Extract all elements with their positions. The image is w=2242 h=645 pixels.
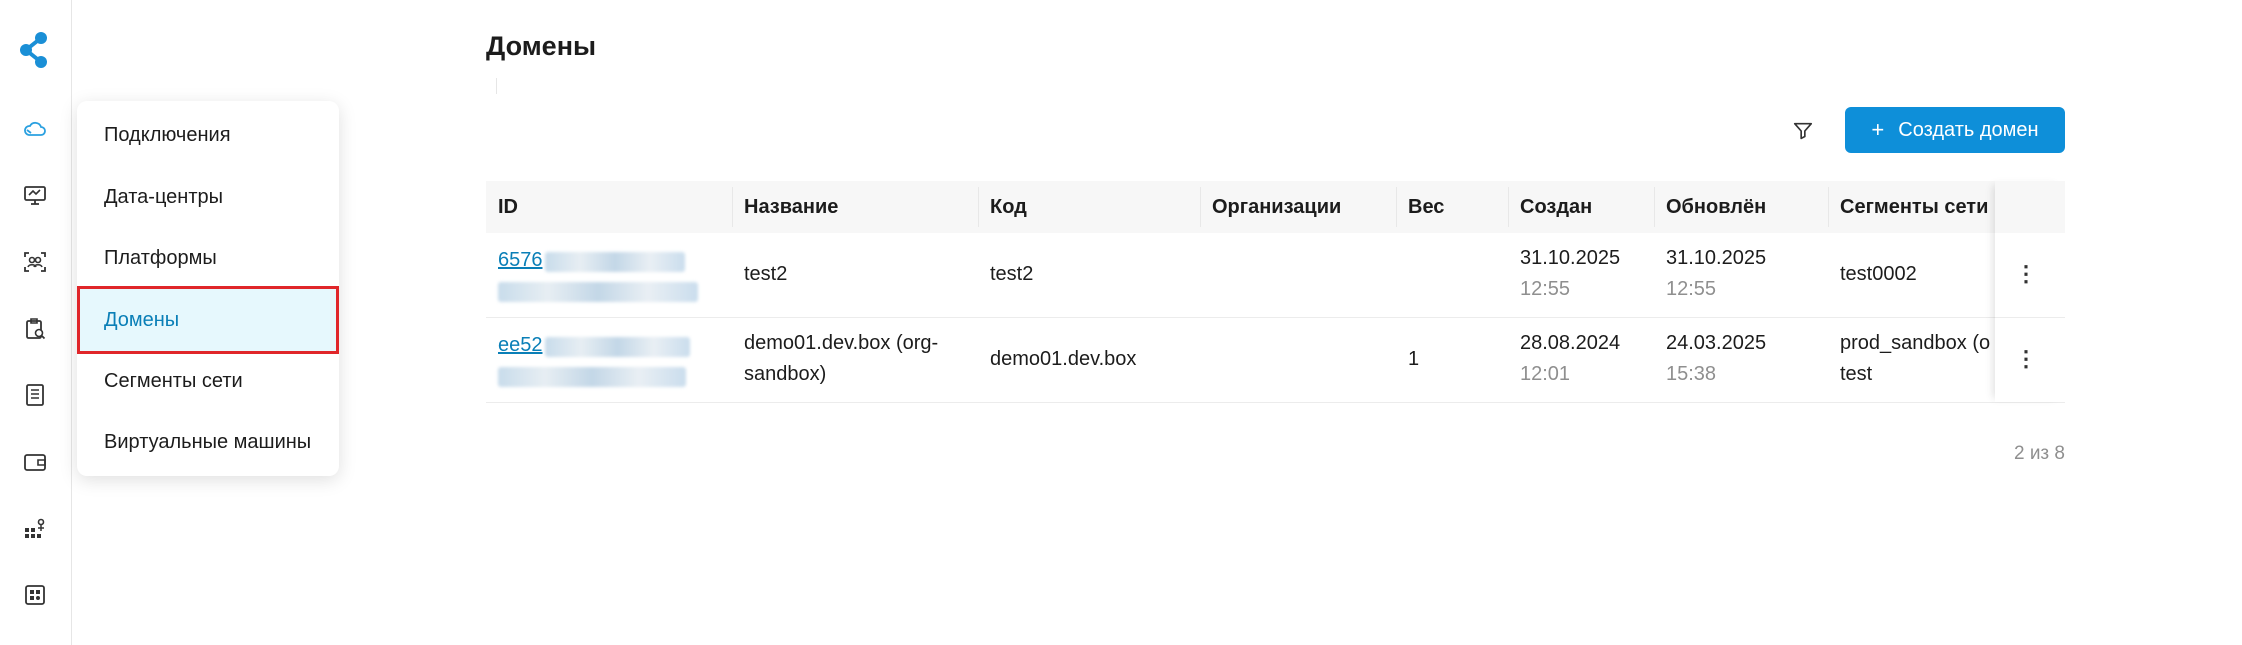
plus-icon: +: [1871, 117, 1885, 142]
updated-time: 12:55: [1666, 278, 1717, 300]
cloud-icon[interactable]: [20, 114, 50, 144]
redacted-id: [544, 251, 685, 272]
menu-item-label: Дата-центры: [104, 185, 224, 208]
wallet-icon[interactable]: [20, 447, 50, 477]
list-icon[interactable]: [20, 380, 50, 410]
left-rail: [0, 0, 72, 645]
updated-date: 24.03.2025: [1666, 332, 1767, 354]
column-header-weight[interactable]: Вес: [1396, 181, 1508, 233]
id-cell: ee52: [486, 330, 732, 392]
column-header-id[interactable]: ID: [486, 181, 732, 233]
filter-button[interactable]: [1788, 116, 1818, 146]
divider: [496, 78, 497, 94]
column-header-network-segments[interactable]: Сегменты сети: [1828, 181, 1995, 233]
pagination-info: 2 из 8: [2013, 443, 2065, 464]
menu-item-label: Виртуальные машины: [104, 430, 312, 453]
filter-icon: [1793, 122, 1813, 140]
column-header-updated[interactable]: Обновлён: [1654, 181, 1828, 233]
name-cell-line1: demo01.dev.box (org-: [744, 332, 939, 354]
created-date: 28.08.2024: [1520, 332, 1621, 354]
menu-item-label: Подключения: [104, 123, 231, 146]
create-domain-button[interactable]: + Создать домен: [1845, 107, 2065, 153]
apps-icon[interactable]: [20, 580, 50, 610]
menu-item-label: Платформы: [104, 246, 217, 269]
code-cell: test2: [990, 263, 1034, 285]
page-title: Домены: [486, 31, 597, 61]
menu-item-virtual-machines[interactable]: Виртуальные машины: [77, 412, 339, 472]
menu-item-label: Домены: [104, 308, 180, 331]
users-icon[interactable]: [20, 247, 50, 277]
redacted-id: [544, 336, 690, 357]
created-time: 12:01: [1520, 363, 1571, 385]
name-cell-line2: sandbox): [744, 363, 827, 385]
menu-item-domains[interactable]: Домены: [77, 286, 339, 354]
create-domain-label: Создать домен: [1898, 118, 2039, 141]
domain-id-link[interactable]: ee52: [498, 334, 543, 356]
table-row[interactable]: 6576 test2 test2 31.10.2025 12:55 31.10.…: [486, 233, 2065, 318]
column-header-name[interactable]: Название: [732, 181, 978, 233]
redacted-id: [498, 281, 698, 302]
segments-cell: test0002: [1840, 263, 1917, 285]
weight-cell: 1: [1408, 348, 1420, 370]
created-time: 12:55: [1520, 278, 1571, 300]
cloud-submenu: Подключения Дата-центры Платформы Домены…: [77, 101, 339, 476]
updated-date: 31.10.2025: [1666, 247, 1767, 269]
menu-item-network-segments[interactable]: Сегменты сети: [77, 351, 339, 411]
domain-id-link[interactable]: 6576: [498, 249, 543, 271]
menu-item-datacenters[interactable]: Дата-центры: [77, 167, 339, 227]
column-header-organizations[interactable]: Организации: [1200, 181, 1396, 233]
updated-time: 15:38: [1666, 363, 1717, 385]
monitor-icon[interactable]: [20, 180, 50, 210]
menu-item-connections[interactable]: Подключения: [77, 105, 339, 165]
menu-item-label: Сегменты сети: [104, 369, 243, 392]
code-cell: demo01.dev.box: [990, 348, 1137, 370]
name-cell: test2: [744, 263, 788, 285]
segments-cell-line1: prod_sandbox (o: [1840, 332, 1991, 354]
network-icon[interactable]: [20, 514, 50, 544]
table-header: ID Название Код Организации Вес Создан О…: [486, 181, 2065, 233]
actions-column: [1995, 181, 2065, 402]
segments-cell-line2: test: [1840, 363, 1873, 385]
id-cell: 6576: [486, 245, 732, 307]
column-header-created[interactable]: Создан: [1508, 181, 1654, 233]
menu-item-platforms[interactable]: Платформы: [77, 228, 339, 288]
created-date: 31.10.2025: [1520, 247, 1621, 269]
clipboard-icon[interactable]: [20, 314, 50, 344]
redacted-id: [498, 366, 686, 387]
column-header-code[interactable]: Код: [978, 181, 1200, 233]
table-row[interactable]: ee52 demo01.dev.box (org- sandbox) demo0…: [486, 318, 2065, 403]
logo-icon[interactable]: [17, 30, 53, 70]
